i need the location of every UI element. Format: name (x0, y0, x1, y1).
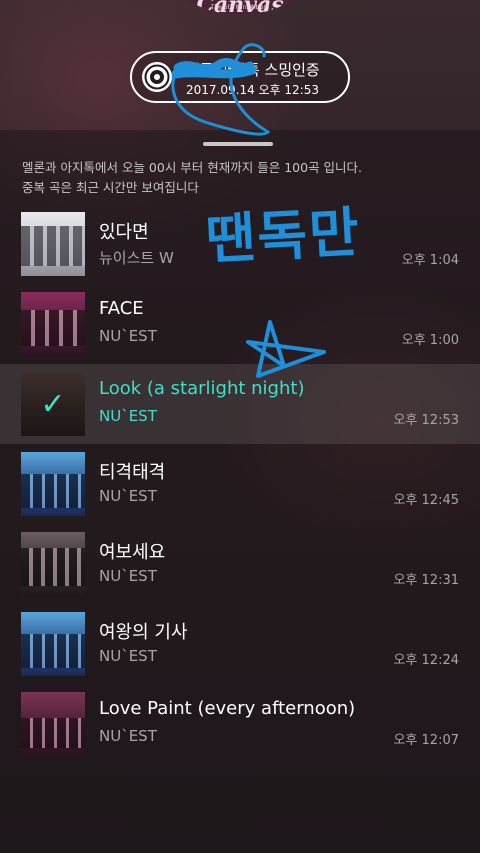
song-title: 여보세요 (99, 542, 166, 563)
album-thumbnail (21, 292, 85, 356)
song-row[interactable]: 있다면 뉴이스트 W 오후 1:04 (0, 204, 480, 284)
badge-title: 멜론 아지톡 스밍인증 (186, 61, 320, 79)
song-artist: NU`EST (99, 727, 157, 745)
notice-line-2: 중복 곡은 최근 시간만 보여집니다 (22, 180, 199, 195)
notice-line-1: 멜론과 아지톡에서 오늘 00시 부터 현재까지 들은 100곡 입니다. (22, 160, 363, 175)
album-art-subtitle: The 5th Mini Album (210, 4, 270, 11)
song-played-time: 오후 12:24 (393, 653, 459, 668)
song-played-time: 오후 1:04 (401, 253, 459, 268)
song-played-time: 오후 12:53 (393, 413, 459, 428)
album-thumbnail (21, 452, 85, 516)
album-thumbnail: ✓ (21, 372, 85, 436)
song-played-time: 오후 1:00 (401, 333, 459, 348)
song-row[interactable]: 여보세요 NU`EST 오후 12:31 (0, 524, 480, 604)
song-artist: 뉴이스트 W (99, 249, 174, 267)
now-playing-check-icon: ✓ (21, 372, 85, 436)
song-title: Look (a starlight night) (99, 378, 305, 399)
song-played-time: 오후 12:07 (393, 733, 459, 748)
song-title: Love Paint (every afternoon) (99, 698, 356, 719)
song-played-time: 오후 12:31 (393, 573, 459, 588)
player-header: Canvas The 5th Mini Album 멜론 아지톡 스밍인증 20… (0, 0, 480, 130)
song-row-now-playing[interactable]: ✓ Look (a starlight night) NU`EST 오후 12:… (0, 364, 480, 444)
song-artist: NU`EST (99, 327, 157, 345)
song-title: 여왕의 기사 (99, 622, 188, 643)
song-row[interactable]: 티격태격 NU`EST 오후 12:45 (0, 444, 480, 524)
song-artist: NU`EST (99, 487, 157, 505)
album-thumbnail (21, 212, 85, 276)
song-title: 있다면 (99, 222, 149, 243)
drag-handle[interactable] (203, 142, 273, 146)
song-row[interactable]: Love Paint (every afternoon) NU`EST 오후 1… (0, 684, 480, 764)
streaming-certification-badge[interactable]: 멜론 아지톡 스밍인증 2017.09.14 오후 12:53 (130, 51, 350, 103)
song-artist: NU`EST (99, 407, 157, 425)
album-art: Canvas The 5th Mini Album (140, 0, 340, 15)
disc-icon (142, 62, 172, 92)
badge-datetime: 2017.09.14 오후 12:53 (186, 83, 319, 97)
song-title: FACE (99, 298, 144, 319)
song-artist: NU`EST (99, 567, 157, 585)
notice-text: 멜론과 아지톡에서 오늘 00시 부터 현재까지 들은 100곡 입니다. 중복… (22, 158, 462, 198)
song-title: 티격태격 (99, 462, 166, 483)
song-row[interactable]: 여왕의 기사 NU`EST 오후 12:24 (0, 604, 480, 684)
album-thumbnail (21, 532, 85, 596)
album-thumbnail (21, 692, 85, 756)
album-thumbnail (21, 612, 85, 676)
song-row[interactable]: FACE NU`EST 오후 1:00 (0, 284, 480, 364)
song-artist: NU`EST (99, 647, 157, 665)
song-played-time: 오후 12:45 (393, 493, 459, 508)
song-list: 있다면 뉴이스트 W 오후 1:04 FACE NU`EST 오후 1:00 ✓… (0, 204, 480, 764)
